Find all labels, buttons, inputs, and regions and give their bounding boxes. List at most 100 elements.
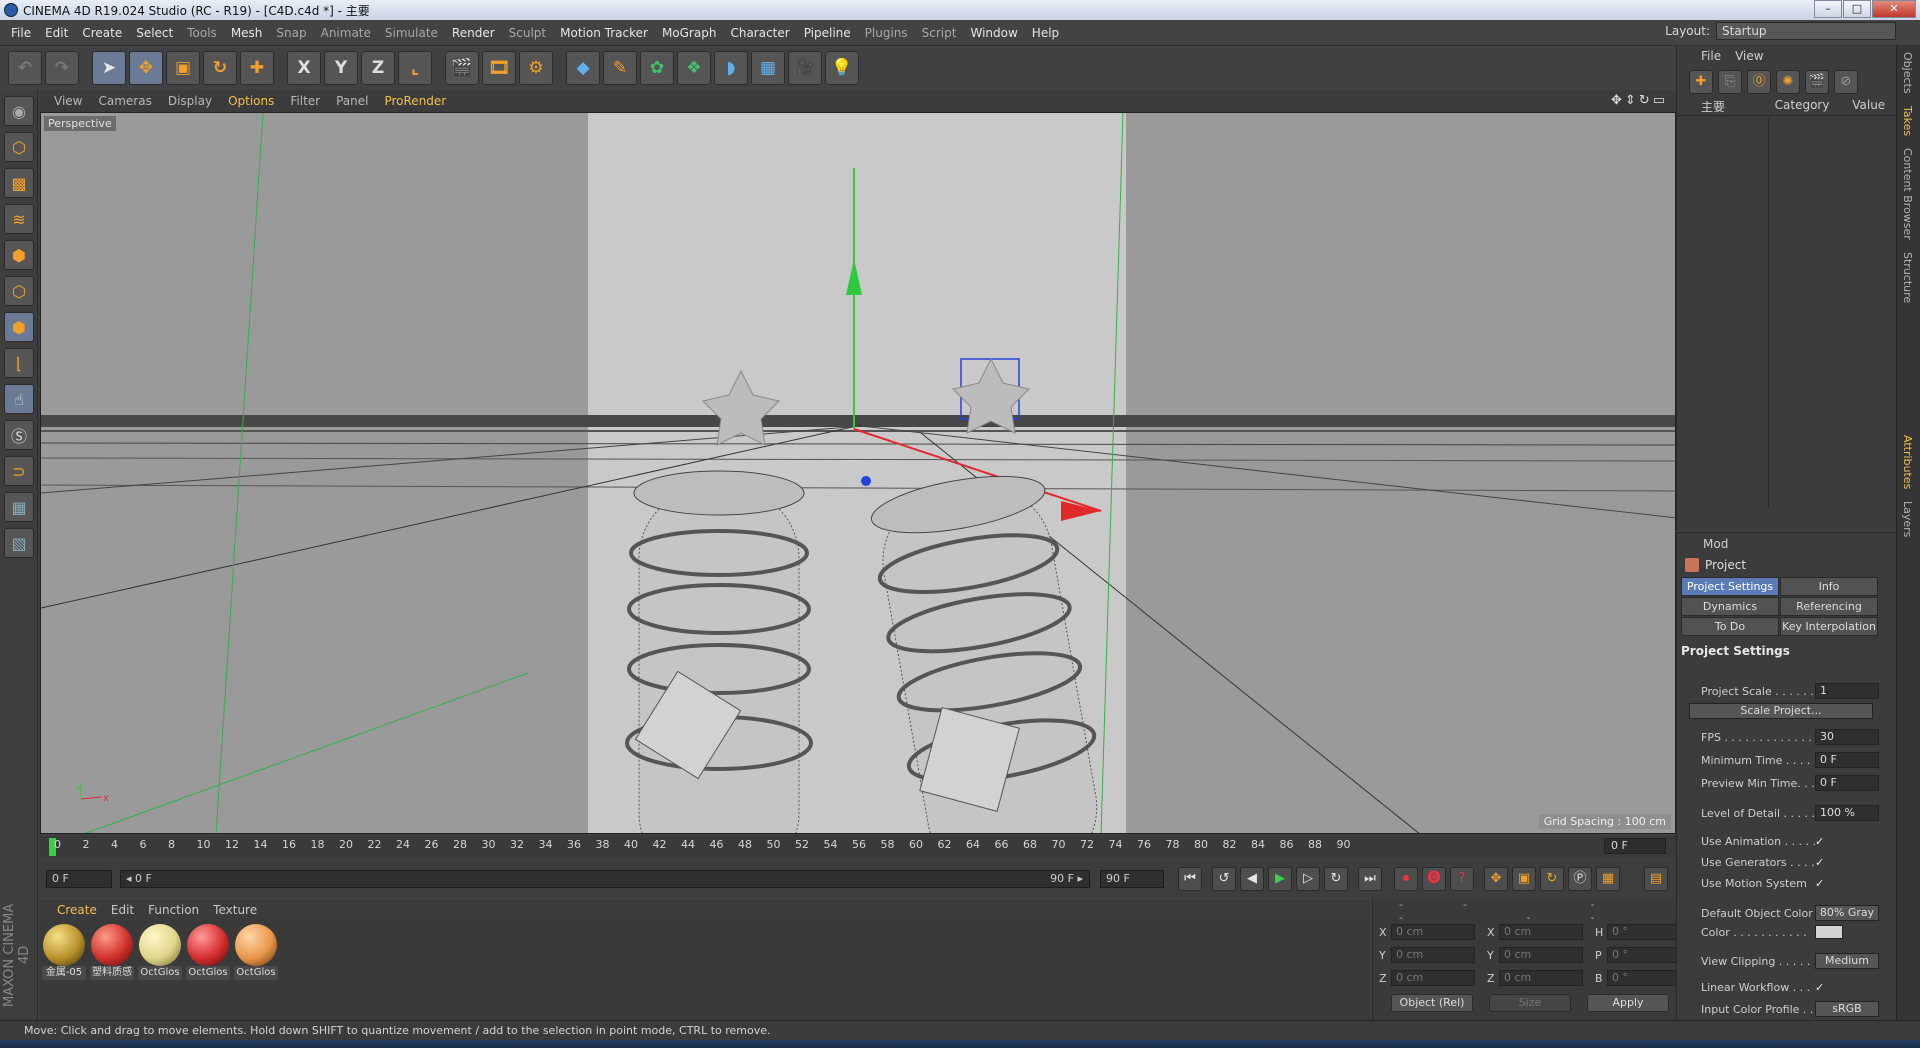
tab-project-settings[interactable]: Project Settings (1681, 577, 1779, 596)
side-tab-content-browser[interactable]: Content Browser (1897, 142, 1918, 246)
lod-field[interactable]: 100 % (1815, 805, 1879, 821)
ruler-end-frame[interactable]: 0 F (1604, 838, 1666, 854)
material-item[interactable]: 塑料质感 (90, 924, 134, 982)
position-z-field[interactable]: 0 cm (1391, 970, 1475, 986)
x-axis-lock-button[interactable]: X (287, 51, 321, 85)
menu-plugins[interactable]: Plugins (858, 26, 915, 40)
next-frame-icon[interactable]: ▷ (1296, 867, 1320, 891)
max-frame-field[interactable]: 90 F (1100, 870, 1164, 888)
array-generator-icon[interactable]: ❖ (677, 51, 711, 85)
maximize-button[interactable]: □ (1843, 0, 1871, 18)
edit-render-settings-icon[interactable]: ⚙ (519, 51, 553, 85)
position-x-field[interactable]: 0 cm (1391, 924, 1475, 940)
solo-icon[interactable]: Ⓢ (4, 420, 34, 450)
scale-tool-icon[interactable]: ▣ (166, 51, 200, 85)
om-col-category[interactable]: Category (1769, 98, 1847, 115)
rotation-h-field[interactable]: 0 ° (1607, 924, 1683, 940)
lock-take-icon[interactable]: ⊘ (1834, 70, 1858, 94)
use-generators-checkbox[interactable]: ✓ (1815, 856, 1827, 869)
menu-window[interactable]: Window (963, 26, 1024, 40)
axis-mode-icon[interactable]: ⌊ (4, 348, 34, 378)
menu-character[interactable]: Character (723, 26, 796, 40)
rotate-tool-icon[interactable]: ↻ (203, 51, 237, 85)
fps-field[interactable]: 30 (1815, 729, 1879, 745)
perspective-viewport[interactable]: Perspective z x Grid Spacing : 100 cm (40, 112, 1676, 834)
render-take-icon[interactable]: 🎬 (1805, 70, 1829, 94)
z-axis-lock-button[interactable]: Z (361, 51, 395, 85)
auto-take-icon[interactable]: ✺ (1776, 70, 1800, 94)
viewport-menu-panel[interactable]: Panel (328, 94, 376, 108)
floor-scene-icon[interactable]: ▦ (751, 51, 785, 85)
attribute-mode-menu[interactable]: Mod (1703, 537, 1728, 551)
view-clipping-dropdown[interactable]: Medium (1815, 953, 1879, 969)
tab-info[interactable]: Info (1780, 577, 1878, 596)
menu-mesh[interactable]: Mesh (224, 26, 270, 40)
subdivision-icon[interactable]: ✿ (640, 51, 674, 85)
render-view-icon[interactable]: 🎬 (445, 51, 479, 85)
menu-pipeline[interactable]: Pipeline (797, 26, 858, 40)
menu-animate[interactable]: Animate (314, 26, 378, 40)
material-menu-function[interactable]: Function (141, 903, 206, 917)
menu-simulate[interactable]: Simulate (378, 26, 445, 40)
menu-motion-tracker[interactable]: Motion Tracker (553, 26, 655, 40)
recent-tool-icon[interactable]: ✚ (240, 51, 274, 85)
model-mode-icon[interactable]: ⬡ (4, 132, 34, 162)
size-x-field[interactable]: 0 cm (1499, 924, 1583, 940)
range-slider[interactable]: ◂ 0 F 90 F ▸ (120, 870, 1090, 888)
edges-mode-icon[interactable]: ⬡ (4, 276, 34, 306)
workplane-lock-icon[interactable]: ▦ (4, 492, 34, 522)
material-menu-texture[interactable]: Texture (206, 903, 264, 917)
viewport-nav-icons[interactable]: ✥⇕↻▭ (1611, 93, 1668, 108)
tweak-mode-icon[interactable]: ☝ (4, 384, 34, 414)
y-axis-lock-button[interactable]: Y (324, 51, 358, 85)
size-y-field[interactable]: 0 cm (1499, 947, 1583, 963)
render-picture-viewer-icon[interactable]: 🎞 (482, 51, 516, 85)
make-editable-icon[interactable]: ◉ (4, 96, 34, 126)
record-parameter-icon[interactable]: Ⓟ (1568, 867, 1592, 891)
record-pla-icon[interactable]: ▦ (1596, 867, 1620, 891)
size-z-field[interactable]: 0 cm (1499, 970, 1583, 986)
viewport-menu-filter[interactable]: Filter (282, 94, 328, 108)
size-mode-dropdown[interactable]: Size (1489, 994, 1571, 1012)
side-tab-layers[interactable]: Layers (1897, 495, 1918, 543)
use-animation-checkbox[interactable]: ✓ (1815, 835, 1827, 848)
coordinate-mode-dropdown[interactable]: Object (Rel) (1391, 994, 1473, 1012)
viewport-menu-options[interactable]: Options (220, 94, 282, 108)
redo-icon[interactable]: ↷ (45, 51, 79, 85)
go-to-end-icon[interactable]: ⏭ (1358, 867, 1382, 891)
record-scale-icon[interactable]: ▣ (1512, 867, 1536, 891)
polygons-mode-icon[interactable]: ⬢ (4, 312, 34, 342)
go-to-start-icon[interactable]: ⏮ (1178, 867, 1202, 891)
color-swatch[interactable] (1815, 925, 1843, 939)
om-menu-view[interactable]: View (1735, 49, 1763, 63)
tab-dynamics[interactable]: Dynamics (1681, 597, 1779, 616)
material-item[interactable]: 金属-05 (42, 924, 86, 982)
close-button[interactable]: ✕ (1872, 0, 1916, 18)
timeline-ruler[interactable]: 0 2 4 6 8 10 12 14 16 18 20 22 24 26 28 30 32 34 36 38 40 42 4… (40, 836, 1676, 858)
input-profile-dropdown[interactable]: sRGB (1815, 1001, 1879, 1017)
scale-project-button[interactable]: Scale Project... (1689, 703, 1873, 719)
side-tab-objects[interactable]: Objects (1897, 46, 1918, 100)
viewport-menu-display[interactable]: Display (160, 94, 220, 108)
record-position-icon[interactable]: ✥ (1484, 867, 1508, 891)
material-menu-create[interactable]: Create (50, 903, 104, 917)
apply-button[interactable]: Apply (1587, 994, 1669, 1012)
symmetry-icon[interactable]: ▧ (4, 528, 34, 558)
tab-key-interpolation[interactable]: Key Interpolation (1780, 617, 1878, 636)
menu-file[interactable]: File (4, 26, 38, 40)
deformer-icon[interactable]: ◗ (714, 51, 748, 85)
record-rotation-icon[interactable]: ↻ (1540, 867, 1564, 891)
material-item[interactable]: OctGlos (186, 924, 230, 982)
keyframe-selection-icon[interactable]: ? (1450, 867, 1474, 891)
side-tab-structure[interactable]: Structure (1897, 246, 1918, 309)
material-menu-edit[interactable]: Edit (104, 903, 141, 917)
om-menu-file[interactable]: File (1701, 49, 1721, 63)
menu-mograph[interactable]: MoGraph (655, 26, 724, 40)
material-item[interactable]: OctGlos (138, 924, 182, 982)
om-col-main[interactable]: 主要 (1677, 98, 1769, 115)
prev-key-icon[interactable]: ↺ (1212, 867, 1236, 891)
prev-frame-icon[interactable]: ◀ (1240, 867, 1264, 891)
minimize-button[interactable]: – (1814, 0, 1842, 18)
texture-mode-icon[interactable]: ▩ (4, 168, 34, 198)
workplane-icon[interactable]: ≋ (4, 204, 34, 234)
